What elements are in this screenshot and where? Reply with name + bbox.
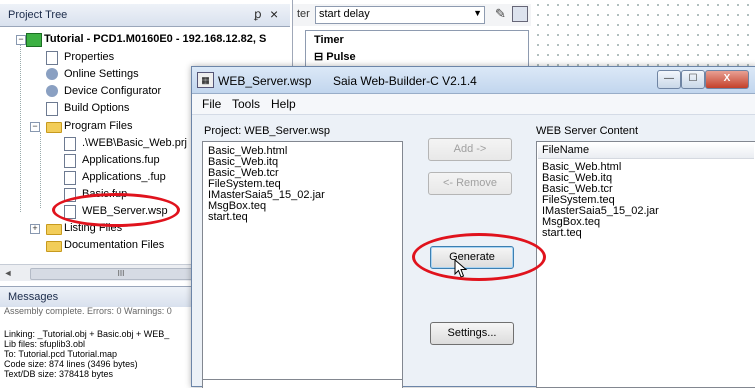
build-options-icon [46,102,58,116]
filter-combobox[interactable]: start delay ▼ [315,6,485,24]
menu-tools[interactable]: Tools [232,97,260,111]
list-item[interactable]: start.teq [208,212,248,223]
dialog-title-file: WEB_Server.wsp [218,74,312,88]
plc-icon [26,33,42,47]
filter-bar: ter start delay ▼ ✎ [293,4,531,26]
collapse-toggle[interactable]: − [16,35,26,45]
message-line: Code size: 874 lines (3496 bytes) [4,359,138,369]
add-button[interactable]: Add -> [428,138,512,161]
maximize-icon[interactable]: ☐ [681,70,705,89]
remove-button[interactable]: <- Remove [428,172,512,195]
filter-value: start delay [319,8,370,20]
highlight-ring-generate [412,233,546,281]
filter-label: ter [297,8,310,20]
device-configurator-icon [46,85,58,97]
minimize-icon[interactable]: — [657,70,681,89]
scroll-thumb[interactable]: III [30,268,212,280]
tree-item-label: .\WEB\Basic_Web.prj [82,137,187,149]
menu-bar: File Tools Help [192,94,755,115]
column-header-label: FileName [542,144,590,156]
settings-button[interactable]: Settings... [430,322,514,345]
folder-icon [46,122,62,133]
message-line: To: Tutorial.pcd Tutorial.map [4,349,118,359]
message-line: Text/DB size: 378418 bytes [4,369,114,379]
tree-item-label: Tutorial - PCD1.M0160E0 - 192.168.12.82,… [44,33,267,45]
properties-tool-icon[interactable] [512,6,528,22]
tree-item-label: Applications_.fup [82,171,166,183]
online-settings-icon [46,68,58,80]
tree-item-label: Online Settings [64,68,139,80]
tree-item-label: Program Files [64,120,133,132]
message-line: Assembly complete. Errors: 0 Warnings: 0 [4,306,172,316]
tree-item-label: Build Options [64,102,130,114]
close-icon[interactable]: X [705,70,749,89]
close-icon[interactable]: × [270,6,278,22]
collapse-toggle[interactable]: − [30,122,40,132]
pulse-label[interactable]: ⊟ Pulse [314,50,356,63]
filename-column-header[interactable]: FileName [538,143,754,159]
bottom-input-field[interactable] [202,379,403,388]
tree-item-label: Documentation Files [64,239,165,251]
scroll-left-icon[interactable]: ◄ [0,265,16,281]
server-content-label: WEB Server Content [536,125,639,137]
tree-item-label: Applications.fup [82,154,160,166]
pin-icon[interactable]: ꝑ [254,7,262,21]
menu-file[interactable]: File [202,97,221,111]
list-item[interactable]: start.teq [542,228,582,239]
server-content-list[interactable]: FileName Basic_Web.html Basic_Web.itq Ba… [536,141,755,388]
message-line: Lib files: sfuplib3.obl [4,339,86,349]
timer-label: Timer [314,34,344,46]
pen-icon[interactable]: ✎ [495,6,506,22]
tree-item-label: Device Configurator [64,85,162,97]
project-tree-title: Project Tree [8,9,68,21]
file-icon [64,154,76,168]
messages-title: Messages [8,291,59,303]
folder-icon [46,241,62,252]
file-icon [64,171,76,185]
web-builder-dialog: ▦ WEB_Server.wsp Saia Web-Builder-C V2.1… [191,66,755,388]
highlight-ring-tree [52,193,180,227]
folder-icon [46,224,62,235]
dialog-titlebar[interactable]: ▦ WEB_Server.wsp Saia Web-Builder-C V2.1… [192,67,755,94]
project-label: Project: WEB_Server.wsp [204,125,330,137]
app-icon: ▦ [197,72,214,88]
expand-toggle[interactable]: + [30,224,40,234]
tree-item-label: Properties [64,51,115,63]
project-tree-header: Project Tree ꝑ × [0,4,290,27]
message-line: Linking: _Tutorial.obj + Basic.obj + WEB… [4,329,170,339]
project-file-list[interactable]: Basic_Web.html Basic_Web.itq Basic_Web.t… [202,141,403,388]
menu-help[interactable]: Help [271,97,296,111]
editor-grid [533,0,755,70]
chevron-down-icon[interactable]: ▼ [473,8,482,18]
dialog-title-app: Saia Web-Builder-C V2.1.4 [333,74,477,88]
properties-icon [46,51,58,65]
file-icon [64,137,76,151]
